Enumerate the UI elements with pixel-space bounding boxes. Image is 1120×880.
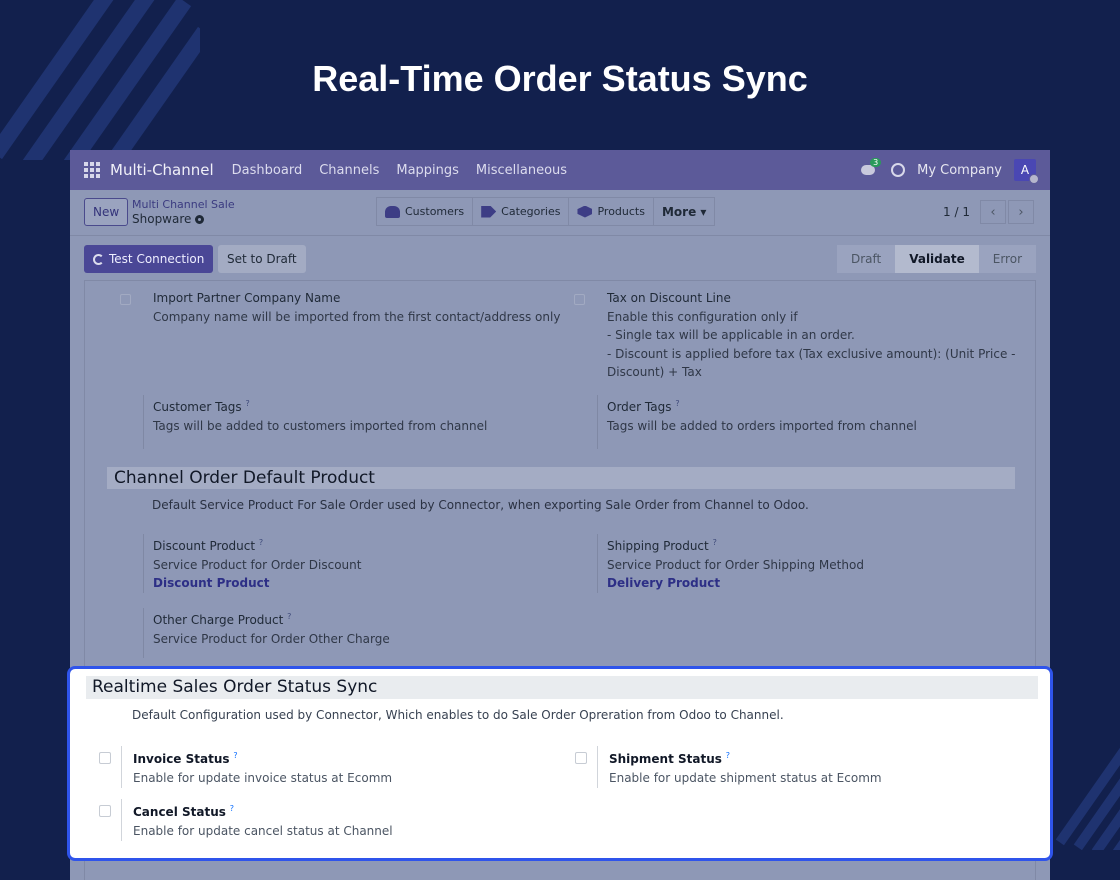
shipment-status-help-mark[interactable]: ? (726, 751, 730, 760)
apps-menu-icon[interactable] (84, 162, 100, 178)
discount-product-field[interactable]: Discount Product ? Service Product for O… (143, 534, 361, 593)
tax-discount-checkbox[interactable] (574, 294, 585, 305)
import-partner-field: Import Partner Company Name Company name… (153, 289, 560, 326)
customers-button[interactable]: Customers (377, 198, 474, 225)
products-label: Products (597, 205, 645, 218)
categories-button[interactable]: Categories (473, 198, 570, 225)
record-name: Shopware (132, 212, 205, 226)
order-tags-help: Tags will be added to orders imported fr… (607, 418, 917, 433)
stage-draft[interactable]: Draft (837, 245, 895, 273)
cancel-status-help: Enable for update cancel status at Chann… (133, 824, 393, 838)
status-bar: Test Connection Set to Draft Draft Valid… (70, 236, 1050, 280)
customer-tags-help: Tags will be added to customers imported… (153, 418, 488, 433)
chat-count-badge: 3 (870, 158, 882, 167)
order-tags-field[interactable]: Order Tags ? Tags will be added to order… (597, 395, 917, 449)
nav-channels[interactable]: Channels (319, 163, 379, 178)
shipment-status-label: Shipment Status (609, 752, 722, 766)
invoice-status-help: Enable for update invoice status at Ecom… (133, 771, 393, 785)
tag-icon (481, 205, 497, 218)
invoice-status-checkbox[interactable] (99, 752, 111, 764)
dropbox-icon (577, 205, 593, 218)
invoice-status-label: Invoice Status (133, 752, 230, 766)
discount-product-value[interactable]: Discount Product (153, 574, 361, 593)
other-charge-help-mark[interactable]: ? (287, 612, 291, 621)
shipping-product-value[interactable]: Delivery Product (607, 574, 864, 593)
cancel-status-label: Cancel Status (133, 805, 226, 819)
other-charge-help: Service Product for Order Other Charge (153, 631, 390, 646)
other-charge-label: Other Charge Product (153, 613, 284, 627)
discount-product-help-mark[interactable]: ? (259, 538, 263, 547)
other-charge-field[interactable]: Other Charge Product ? Service Product f… (143, 608, 390, 658)
products-button[interactable]: Products (569, 198, 654, 225)
realtime-sync-card: Realtime Sales Order Status Sync Default… (67, 666, 1053, 861)
test-connection-button[interactable]: Test Connection (84, 245, 214, 273)
new-button[interactable]: New (84, 198, 129, 226)
nav-dashboard[interactable]: Dashboard (232, 163, 303, 178)
shipping-product-label: Shipping Product (607, 539, 709, 553)
shipping-product-help: Service Product for Order Shipping Metho… (607, 557, 864, 572)
realtime-section-title: Realtime Sales Order Status Sync (86, 676, 1038, 699)
shipping-product-help-mark[interactable]: ? (713, 538, 717, 547)
gear-icon[interactable] (195, 215, 205, 224)
discount-product-label: Discount Product (153, 539, 256, 553)
invoice-status-help-mark[interactable]: ? (233, 751, 237, 760)
order-tags-help-mark[interactable]: ? (675, 399, 679, 408)
chat-icon[interactable]: 3 (861, 158, 882, 177)
customers-label: Customers (405, 205, 465, 218)
pager-next-button[interactable]: › (1008, 200, 1034, 224)
company-switcher[interactable]: My Company (917, 163, 1002, 178)
customer-tags-label: Customer Tags (153, 400, 242, 414)
test-connection-label: Test Connection (109, 252, 205, 266)
stage-validate[interactable]: Validate (895, 245, 979, 273)
customer-tags-field[interactable]: Customer Tags ? Tags will be added to cu… (143, 395, 487, 449)
tax-discount-field: Tax on Discount Line Enable this configu… (607, 289, 1015, 382)
set-to-draft-button[interactable]: Set to Draft (218, 245, 306, 273)
categories-label: Categories (501, 205, 561, 218)
pager-prev-button[interactable]: ‹ (980, 200, 1006, 224)
nav-miscellaneous[interactable]: Miscellaneous (476, 163, 567, 178)
stage-error[interactable]: Error (979, 245, 1036, 273)
customer-tags-help-mark[interactable]: ? (246, 399, 250, 408)
tax-discount-label: Tax on Discount Line (607, 291, 731, 305)
more-button[interactable]: More ▾ (654, 198, 714, 225)
shipment-status-help: Enable for update shipment status at Eco… (609, 771, 882, 785)
import-partner-checkbox[interactable] (120, 294, 131, 305)
navbar-systray: 3 My Company A (861, 158, 1039, 184)
top-navbar: Multi-Channel Dashboard Channels Mapping… (70, 150, 1050, 190)
nav-mappings[interactable]: Mappings (396, 163, 459, 178)
tax-discount-line-2: - Single tax will be applicable in an or… (607, 328, 855, 342)
tax-discount-line-1: Enable this configuration only if (607, 309, 798, 324)
users-icon (385, 205, 400, 218)
app-brand[interactable]: Multi-Channel (110, 161, 214, 179)
cancel-status-help-mark[interactable]: ? (230, 804, 234, 813)
shipment-status-field: Shipment Status ? Enable for update ship… (597, 746, 882, 788)
stage-pipeline: Draft Validate Error (836, 245, 1036, 273)
tax-discount-line-3: - Discount is applied before tax (Tax ex… (607, 346, 1016, 361)
order-tags-label: Order Tags (607, 400, 672, 414)
tax-discount-line-4: Discount) + Tax (607, 365, 702, 379)
clock-icon[interactable] (891, 163, 906, 177)
import-partner-help: Company name will be imported from the f… (153, 309, 561, 324)
discount-product-help: Service Product for Order Discount (153, 557, 362, 572)
default-product-section-title: Channel Order Default Product (107, 467, 1015, 489)
cancel-status-field: Cancel Status ? Enable for update cancel… (121, 799, 393, 841)
pager-value[interactable]: 1 / 1 (943, 205, 970, 219)
refresh-icon (93, 253, 104, 265)
invoice-status-field: Invoice Status ? Enable for update invoi… (121, 746, 392, 788)
shipping-product-field[interactable]: Shipping Product ? Service Product for O… (597, 534, 864, 593)
page-title: Real-Time Order Status Sync (312, 58, 808, 99)
default-product-desc: Default Service Product For Sale Order u… (152, 498, 809, 512)
realtime-section-desc: Default Configuration used by Connector,… (132, 708, 784, 722)
breadcrumb[interactable]: Multi Channel Sale (132, 198, 235, 211)
control-panel: New Multi Channel Sale Shopware Customer… (70, 190, 1050, 236)
import-partner-label: Import Partner Company Name (153, 291, 341, 305)
user-avatar[interactable]: A (1014, 159, 1039, 184)
cancel-status-checkbox[interactable] (99, 805, 111, 817)
shipment-status-checkbox[interactable] (575, 752, 587, 764)
smart-buttons: Customers Categories Products More ▾ (376, 197, 716, 226)
record-title: Shopware (132, 212, 192, 226)
